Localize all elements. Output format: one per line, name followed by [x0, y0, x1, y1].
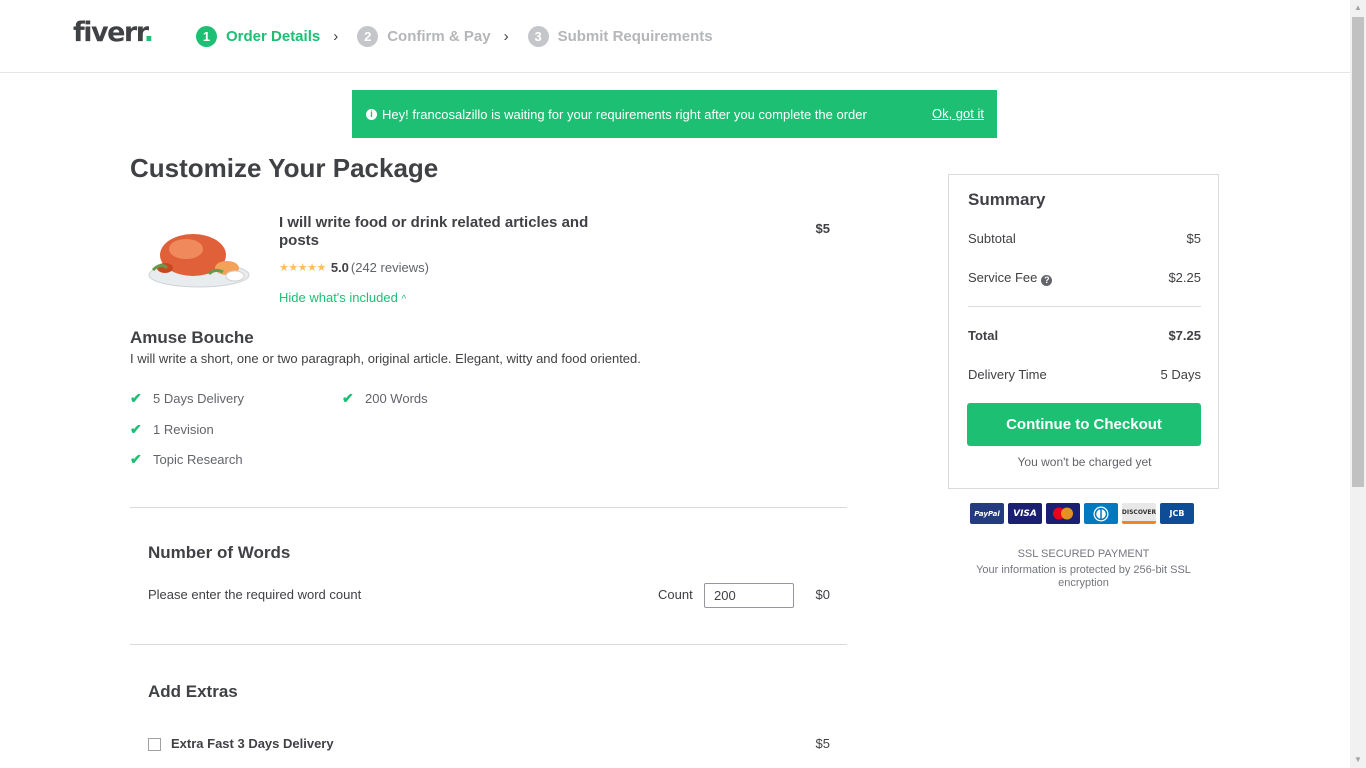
not-charged-note: You won't be charged yet: [1017, 455, 1152, 469]
paypal-icon: PayPal: [970, 503, 1004, 524]
logo-dot: .: [143, 17, 154, 48]
chevron-right-icon: ›: [503, 27, 509, 45]
step-order-details[interactable]: 1 Order Details: [196, 25, 321, 47]
summary-title: Summary: [968, 190, 1046, 209]
step-number: 2: [357, 25, 379, 47]
feature-item: ✔ 1 Revision: [130, 421, 214, 438]
gig-title[interactable]: I will write food or drink related artic…: [279, 214, 609, 250]
total-value: $7.25: [1168, 328, 1201, 343]
gig-rating: ★★★★★ 5.0 (242 reviews): [279, 260, 429, 275]
delivery-time-value: 5 Days: [1160, 367, 1201, 382]
step-label: Submit Requirements: [557, 27, 713, 45]
order-summary-panel: Summary Subtotal $5 Service Fee? $2.25 T…: [948, 174, 1219, 489]
seller-waiting-notice: i Hey! francosalzillo is waiting for you…: [352, 90, 997, 138]
package-name: Amuse Bouche: [130, 328, 254, 347]
rating-score: 5.0: [330, 260, 349, 275]
feature-label: 200 Words: [365, 391, 428, 406]
service-fee-label: Service Fee: [968, 270, 1038, 285]
diners-club-icon: [1084, 503, 1118, 524]
step-submit-requirements[interactable]: 3 Submit Requirements: [527, 25, 713, 47]
feature-item: ✔ 5 Days Delivery: [130, 390, 244, 407]
package-description: I will write a short, one or two paragra…: [130, 351, 641, 366]
page-title: Customize Your Package: [130, 153, 439, 183]
add-extras-title: Add Extras: [148, 682, 238, 701]
scroll-down-arrow-icon[interactable]: ▼: [1350, 752, 1366, 768]
step-confirm-pay[interactable]: 2 Confirm & Pay: [357, 25, 491, 47]
word-count-price: $0: [815, 587, 830, 602]
service-fee-row: Service Fee? $2.25: [968, 270, 1201, 286]
feature-label: 5 Days Delivery: [153, 391, 245, 406]
total-row: Total $7.25: [968, 328, 1201, 343]
ssl-text: Your information is protected by 256-bit…: [976, 564, 1191, 589]
star-rating-icon: ★★★★★: [279, 262, 326, 274]
checkmark-icon: ✔: [342, 390, 354, 406]
number-of-words-title: Number of Words: [148, 543, 291, 562]
subtotal-row: Subtotal $5: [968, 231, 1201, 246]
feature-item: ✔ 200 Words: [342, 390, 428, 407]
ssl-title: SSL SECURED PAYMENT: [1017, 548, 1150, 560]
discover-icon: DISCOVER: [1122, 503, 1156, 524]
help-question-icon[interactable]: ?: [1041, 274, 1053, 286]
delivery-time-label: Delivery Time: [968, 367, 1047, 382]
count-label: Count: [658, 587, 693, 602]
payment-methods: PayPal VISA DISCOVER JCB: [970, 503, 1198, 524]
page-scrollbar[interactable]: ▲ ▼: [1350, 0, 1366, 768]
extra-fast-delivery-price: $5: [815, 736, 830, 751]
feature-item: ✔ Topic Research: [130, 451, 243, 468]
summary-divider: [968, 306, 1201, 307]
gig-thumbnail[interactable]: [143, 220, 253, 295]
checkmark-icon: ✔: [130, 390, 142, 406]
section-divider: [130, 507, 847, 508]
chevron-right-icon: ›: [333, 27, 339, 45]
feature-label: Topic Research: [153, 452, 243, 467]
extra-fast-delivery-checkbox[interactable]: [148, 738, 161, 751]
step-label: Order Details: [226, 27, 321, 45]
service-fee-value: $2.25: [1168, 270, 1201, 285]
step-label: Confirm & Pay: [387, 27, 491, 45]
scrollbar-thumb[interactable]: [1352, 17, 1364, 487]
continue-to-checkout-button[interactable]: Continue to Checkout: [967, 403, 1201, 446]
subtotal-value: $5: [1186, 231, 1201, 246]
top-header: fiverr. 1 Order Details › 2 Confirm & Pa…: [0, 0, 1350, 73]
mastercard-icon: [1046, 503, 1080, 524]
jcb-icon: JCB: [1160, 503, 1194, 524]
notice-text: Hey! francosalzillo is waiting for your …: [382, 106, 867, 122]
delivery-time-row: Delivery Time 5 Days: [968, 367, 1201, 382]
checkout-steps: 1 Order Details › 2 Confirm & Pay › 3 Su…: [196, 25, 713, 47]
word-count-help: Please enter the required word count: [148, 587, 362, 602]
total-label: Total: [968, 328, 999, 343]
chevron-up-icon: ^: [401, 294, 407, 305]
gig-price: $5: [815, 221, 830, 236]
visa-icon: VISA: [1008, 503, 1042, 524]
subtotal-label: Subtotal: [968, 231, 1016, 246]
hide-included-toggle[interactable]: Hide what's included ^: [279, 290, 406, 305]
feature-label: 1 Revision: [153, 422, 214, 437]
info-icon: i: [366, 108, 377, 120]
ssl-secured-note: SSL SECURED PAYMENT Your information is …: [948, 548, 1219, 590]
step-number: 3: [527, 25, 549, 47]
extra-fast-delivery-label[interactable]: Extra Fast 3 Days Delivery: [171, 736, 334, 751]
fiverr-logo[interactable]: fiverr.: [73, 17, 154, 48]
step-number: 1: [196, 25, 217, 47]
scroll-up-arrow-icon[interactable]: ▲: [1350, 0, 1366, 16]
review-count: (242 reviews): [350, 260, 429, 275]
section-divider: [130, 644, 847, 645]
checkmark-icon: ✔: [130, 451, 142, 467]
dismiss-notice-link[interactable]: Ok, got it: [932, 106, 984, 121]
logo-text: fiverr: [73, 17, 145, 48]
word-count-input[interactable]: [704, 583, 794, 608]
checkmark-icon: ✔: [130, 421, 142, 437]
toggle-label: Hide what's included: [279, 290, 398, 305]
